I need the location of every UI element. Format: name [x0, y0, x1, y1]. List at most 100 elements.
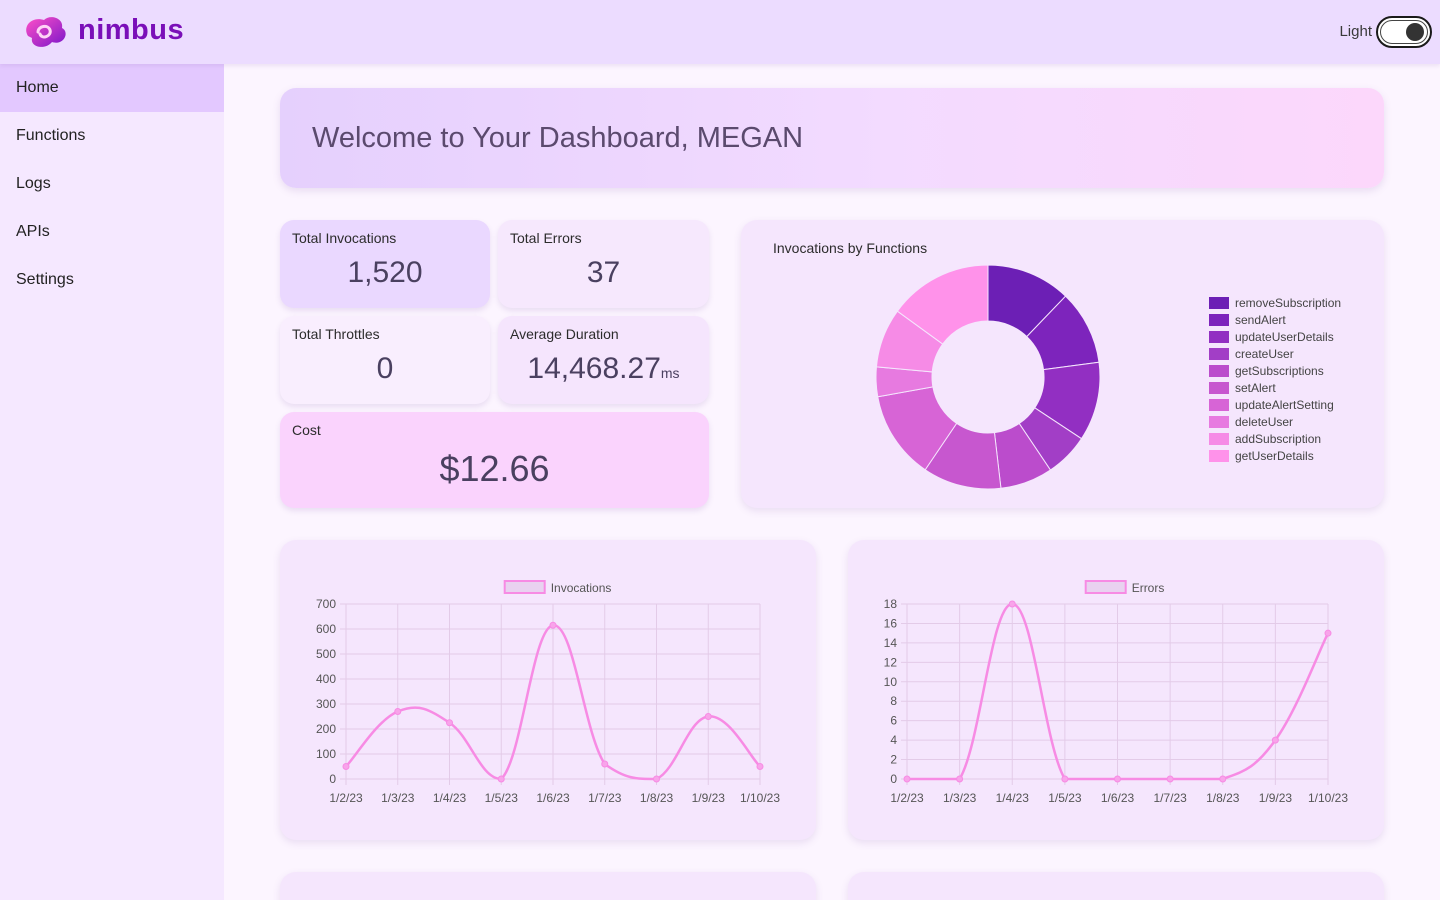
x-tick-label: 1/10/23 — [740, 791, 780, 805]
invocations-chart-card: Invocations 0 100 200 300 400 500 600 700 1/2/23 1… — [280, 540, 816, 840]
legend-item[interactable]: updateUserDetails — [1209, 328, 1341, 345]
legend-label: updateAlertSetting — [1235, 397, 1334, 412]
data-point[interactable] — [1324, 629, 1332, 637]
legend-label: setAlert — [1235, 380, 1276, 395]
sidebar: Home Functions Logs APIs Settings — [0, 64, 224, 900]
x-tick-label: 1/2/23 — [329, 791, 363, 805]
x-tick-label: 1/8/23 — [640, 791, 674, 805]
data-point[interactable] — [549, 621, 557, 629]
y-tick-label: 400 — [316, 672, 336, 686]
stat-value: $12.66 — [439, 448, 550, 489]
data-point[interactable] — [1271, 736, 1279, 744]
legend-swatch — [1209, 432, 1229, 445]
y-tick-label: 12 — [884, 655, 898, 669]
data-point[interactable] — [601, 760, 609, 768]
x-tick-label: 1/7/23 — [1153, 791, 1187, 805]
y-tick-label: 4 — [890, 733, 897, 747]
lower-card-right — [848, 872, 1384, 900]
stat-label: Cost — [292, 422, 321, 438]
welcome-title: Welcome to Your Dashboard, MEGAN — [312, 122, 804, 154]
data-point[interactable] — [446, 719, 453, 727]
y-tick-label: 6 — [890, 714, 897, 728]
sidebar-item-logs[interactable]: Logs — [0, 160, 224, 208]
legend-item[interactable]: updateAlertSetting — [1209, 396, 1341, 413]
doughnut-chart[interactable] — [871, 260, 1105, 494]
data-point[interactable] — [1114, 775, 1121, 783]
x-tick-label: 1/5/23 — [485, 791, 519, 805]
sidebar-item-home[interactable]: Home — [0, 64, 224, 112]
sidebar-item-functions[interactable]: Functions — [0, 112, 224, 160]
x-tick-label: 1/10/23 — [1308, 791, 1348, 805]
legend-swatch — [503, 580, 546, 594]
data-point[interactable] — [1219, 775, 1227, 783]
data-point[interactable] — [497, 775, 505, 783]
lower-card-left — [280, 872, 816, 900]
stat-cost: Cost $12.66 — [280, 412, 709, 508]
legend-swatch — [1209, 449, 1229, 462]
invocations-line-chart[interactable]: Invocations 0 100 200 300 400 500 600 700 1/2/23 1… — [280, 540, 816, 840]
legend-item[interactable]: removeSubscription — [1209, 294, 1341, 311]
sidebar-item-apis[interactable]: APIs — [0, 208, 224, 256]
data-point[interactable] — [1061, 775, 1069, 783]
y-tick-label: 14 — [884, 636, 898, 650]
y-tick-label: 500 — [316, 647, 336, 661]
data-point[interactable] — [1008, 600, 1016, 608]
legend-label: sendAlert — [1235, 312, 1286, 327]
duration-number: 14,468.27 — [527, 352, 661, 385]
legend-label: Errors — [1132, 581, 1165, 595]
legend-swatch — [1209, 364, 1229, 377]
stat-label: Total Errors — [510, 230, 582, 246]
stat-label: Total Invocations — [292, 230, 397, 246]
x-tick-label: 1/4/23 — [433, 791, 467, 805]
errors-line-chart[interactable]: Errors 0 2 4 6 8 10 12 14 16 18 1/2/23 1/3/23 1/4/23 1… — [848, 540, 1384, 840]
legend-item[interactable]: addSubscription — [1209, 430, 1341, 447]
x-tick-label: 1/3/23 — [381, 791, 415, 805]
legend-item[interactable]: sendAlert — [1209, 311, 1341, 328]
legend-swatch — [1209, 313, 1229, 326]
theme-label: Light — [1339, 23, 1372, 40]
theme-toggle[interactable] — [1376, 16, 1432, 48]
data-point[interactable] — [956, 775, 964, 783]
legend-item[interactable]: setAlert — [1209, 379, 1341, 396]
legend-label: deleteUser — [1235, 414, 1294, 429]
top-bar: nimbus Light — [0, 0, 1440, 64]
x-tick-label: 1/7/23 — [588, 791, 622, 805]
x-tick-label: 1/6/23 — [536, 791, 570, 805]
toggle-track — [1380, 20, 1428, 44]
data-point[interactable] — [704, 713, 712, 720]
stat-average-duration: Average Duration 14,468.27ms — [498, 316, 709, 404]
legend-item[interactable]: getUserDetails — [1209, 447, 1341, 464]
y-tick-label: 200 — [316, 722, 336, 736]
legend-swatch — [1084, 580, 1127, 594]
data-point[interactable] — [342, 763, 350, 770]
data-point[interactable] — [1166, 775, 1174, 783]
stat-value: 1,520 — [347, 256, 423, 289]
data-point[interactable] — [756, 763, 764, 770]
sidebar-item-settings[interactable]: Settings — [0, 256, 224, 304]
data-point[interactable] — [653, 775, 660, 783]
y-tick-label: 300 — [316, 697, 336, 711]
legend-item[interactable]: getSubscriptions — [1209, 362, 1341, 379]
x-tick-label: 1/8/23 — [1206, 791, 1240, 805]
nimbus-logo-icon[interactable] — [20, 12, 70, 52]
data-point[interactable] — [903, 775, 911, 783]
y-tick-label: 100 — [316, 747, 336, 761]
y-tick-label: 8 — [890, 694, 897, 708]
legend-label: addSubscription — [1235, 431, 1322, 446]
legend-item[interactable]: createUser — [1209, 345, 1341, 362]
legend-label: updateUserDetails — [1235, 329, 1334, 344]
x-tick-label: 1/2/23 — [890, 791, 924, 805]
stat-value: 37 — [586, 256, 621, 289]
stat-total-errors: Total Errors 37 — [498, 220, 709, 308]
legend-swatch — [1209, 398, 1229, 411]
stat-total-throttles: Total Throttles 0 — [280, 316, 490, 404]
legend-label: createUser — [1235, 346, 1294, 361]
chart-title: Invocations by Functions — [773, 240, 928, 256]
legend-item[interactable]: deleteUser — [1209, 413, 1341, 430]
x-tick-label: 1/4/23 — [996, 791, 1030, 805]
x-tick-label: 1/5/23 — [1048, 791, 1082, 805]
x-tick-label: 1/9/23 — [692, 791, 726, 805]
data-point[interactable] — [394, 708, 402, 715]
brand-name[interactable]: nimbus — [78, 14, 184, 47]
toggle-knob — [1406, 23, 1424, 41]
